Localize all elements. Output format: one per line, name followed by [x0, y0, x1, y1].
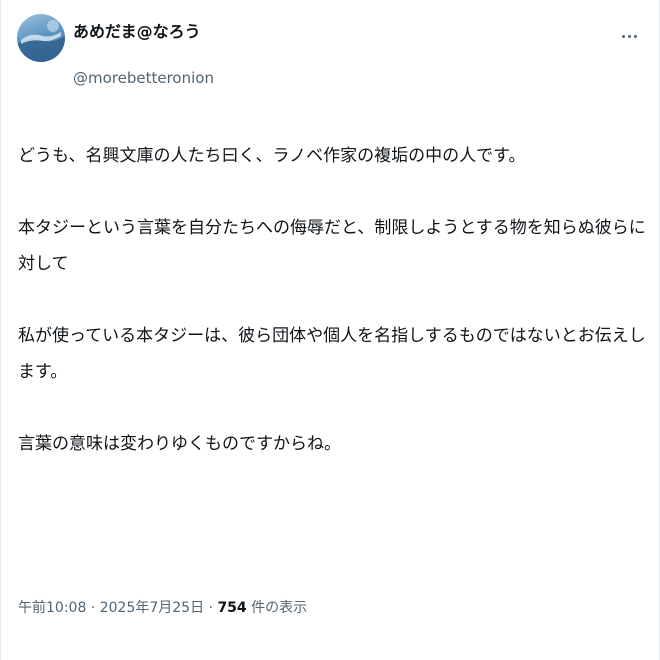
avatar[interactable]	[17, 14, 65, 62]
tweet-paragraph-3: 私が使っている本タジーは、彼ら団体や個人を名指しするものではないとお伝えします。	[18, 326, 646, 382]
tweet-time[interactable]: 午前10:08	[18, 600, 86, 616]
tweet-meta: 午前10:08 · 2025年7月25日 · 754 件の表示	[18, 598, 307, 618]
tweet-date[interactable]: 2025年7月25日	[100, 600, 204, 616]
more-horizontal-icon	[621, 34, 625, 38]
tweet-text: どうも、名興文庫の人たち曰く、ラノベ作家の複垢の中の人です。 本タジーという言葉…	[18, 138, 648, 498]
author-display-name[interactable]: あめだま@なろう	[73, 22, 201, 42]
tweet-paragraph-2: 本タジーという言葉を自分たちへの侮辱だと、制限しようとする物を知らぬ彼らに対して	[18, 218, 646, 274]
tweet-paragraph-1: どうも、名興文庫の人たち曰く、ラノベ作家の複垢の中の人です。	[18, 146, 526, 166]
tweet-paragraph-4: 言葉の意味は変わりゆくものですからね。	[18, 434, 341, 454]
author-handle[interactable]: @morebetteronion	[73, 68, 214, 88]
more-options-button[interactable]	[615, 22, 643, 50]
views-label: 件の表示	[251, 600, 308, 616]
more-dot	[633, 34, 637, 38]
views-count: 754	[217, 600, 247, 616]
tweet-card: あめだま@なろう @morebetteronion どうも、名興文庫の人たち曰く…	[0, 0, 660, 660]
meta-separator: ·	[208, 600, 213, 616]
avatar-image	[17, 20, 65, 62]
meta-separator: ·	[90, 600, 96, 616]
more-dot	[627, 34, 631, 38]
